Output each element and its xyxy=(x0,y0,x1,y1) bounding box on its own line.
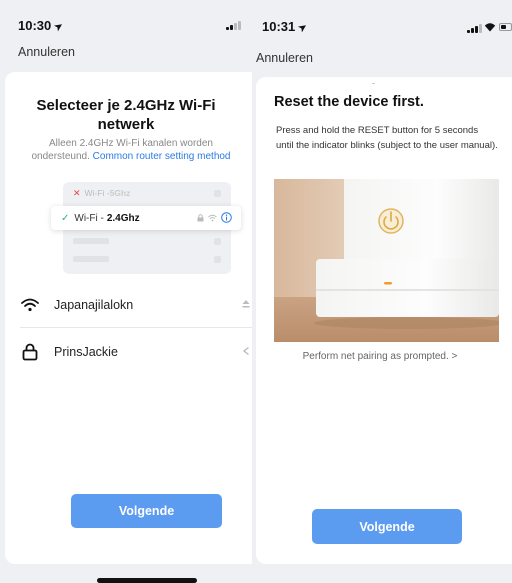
cancel-link[interactable]: Annuleren xyxy=(18,45,75,59)
device-reset-image xyxy=(274,179,499,342)
eject-icon xyxy=(242,300,250,308)
lock-icon xyxy=(20,342,40,362)
network-item-prinsjackie[interactable]: PrinsJackie xyxy=(20,329,252,375)
network-item-japanajilalokn[interactable]: Japanajilalokn xyxy=(20,282,252,328)
check-icon: ✓ xyxy=(61,212,70,224)
next-button[interactable]: Volgende xyxy=(312,509,462,544)
signal-icon xyxy=(467,24,482,33)
status-bar: 10:30➤ xyxy=(0,0,252,40)
status-time: 10:30➤ xyxy=(18,18,67,35)
wifi-24ghz-row: ✓ Wi-Fi - 2.4Ghz xyxy=(51,206,241,230)
description-line-1: Alleen 2.4GHz Wi-Fi kanalen worden xyxy=(49,138,213,149)
page-title: Reset the device first. xyxy=(274,94,424,110)
cross-icon: ✕ xyxy=(73,187,81,198)
wifi-small-icon xyxy=(208,214,217,221)
page-description: Press and hold the RESET button for 5 se… xyxy=(276,125,498,151)
location-arrow-icon: ➤ xyxy=(295,20,311,36)
description-line-2: ondersteund. xyxy=(31,151,90,162)
left-screen: 10:30➤ Annuleren Selecteer je 2.4GHz Wi-… xyxy=(0,0,252,583)
net-pairing-link[interactable]: Perform net pairing as prompted. > xyxy=(252,351,508,362)
lock-small-icon xyxy=(197,213,204,221)
page-title: Selecteer je 2.4GHz Wi-Fi netwerk xyxy=(36,97,216,133)
cancel-link[interactable]: Annuleren xyxy=(256,51,313,65)
signal-icon xyxy=(226,21,241,30)
drag-handle xyxy=(372,83,375,84)
info-icon xyxy=(221,212,232,223)
right-screen: 10:31➤ Annuleren Reset the device first.… xyxy=(252,0,512,583)
network-name: PrinsJackie xyxy=(54,345,118,359)
common-router-setting-link[interactable]: Common router setting method xyxy=(93,151,231,162)
wifi-5ghz-row: ✕ Wi-Fi - 5Ghz xyxy=(63,186,231,200)
wifi-status-icon xyxy=(484,23,496,32)
home-indicator xyxy=(97,578,197,583)
chevron-left-icon xyxy=(242,346,249,356)
next-button[interactable]: Volgende xyxy=(71,494,222,528)
page-description: Alleen 2.4GHz Wi-Fi kanalen worden onder… xyxy=(0,137,252,163)
location-arrow-icon: ➤ xyxy=(51,19,67,35)
status-bar: 10:31➤ xyxy=(252,0,512,40)
battery-icon xyxy=(499,23,512,31)
network-name: Japanajilalokn xyxy=(54,297,134,312)
wifi-icon xyxy=(20,295,40,315)
status-time: 10:31➤ xyxy=(262,19,311,36)
